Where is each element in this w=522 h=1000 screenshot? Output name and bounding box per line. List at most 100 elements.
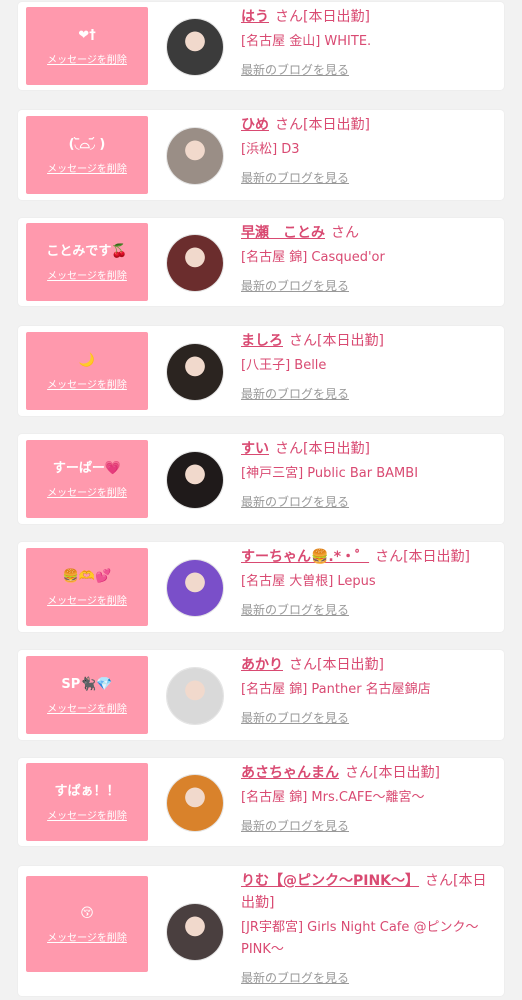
- cast-name-link[interactable]: すい: [241, 441, 269, 457]
- message-box[interactable]: 🌙 メッセージを削除: [26, 332, 148, 410]
- honorific: さん: [275, 9, 303, 25]
- message-box[interactable]: 😚 メッセージを削除: [26, 876, 148, 972]
- delete-message-link[interactable]: メッセージを削除: [47, 484, 127, 499]
- message-title: (◟᷅⌓◞᷄ ): [68, 136, 106, 152]
- status-text: [本日出勤]: [303, 441, 370, 457]
- cast-info: あかり さん[本日出勤] [名古屋 錦] Panther 名古屋錦店 最新のブログ…: [241, 654, 493, 727]
- avatar-image: [167, 344, 223, 400]
- message-box[interactable]: 🍔🫶💕 メッセージを削除: [26, 548, 148, 626]
- cast-name-link[interactable]: はう: [241, 9, 269, 25]
- latest-blog-link[interactable]: 最新のブログを見る: [241, 169, 349, 187]
- status-text: [本日出勤]: [303, 117, 370, 133]
- cast-card: ことみです🍒 メッセージを削除 早瀬 ことみ さん [名古屋 錦] Casqued…: [18, 218, 504, 306]
- delete-message-link[interactable]: メッセージを削除: [47, 376, 127, 391]
- cast-info: 早瀬 ことみ さん [名古屋 錦] Casqued'or 最新のブログを見る: [241, 222, 493, 295]
- message-title: すぱぁ！！: [54, 783, 120, 799]
- cast-card: すぱぁ！！ メッセージを削除 あさちゃんまん さん[本日出勤] [名古屋 錦] M…: [18, 758, 504, 846]
- avatar-image: [167, 560, 223, 616]
- message-box[interactable]: SP🐈‍⬛💎 メッセージを削除: [26, 656, 148, 734]
- cast-card: 🌙 メッセージを削除 ましろ さん[本日出勤] [八王子] Belle 最新のブロ…: [18, 326, 504, 416]
- status-text: [本日出勤]: [317, 333, 384, 349]
- status-text: [本日出勤]: [303, 9, 370, 25]
- delete-message-link[interactable]: メッセージを削除: [47, 592, 127, 607]
- shop-name: [JR宇都宮] Girls Night Cafe @ピンク〜PINK〜: [241, 920, 479, 957]
- cast-info: ひめ さん[本日出勤] [浜松] D3 最新のブログを見る: [241, 114, 493, 187]
- avatar[interactable]: [166, 559, 224, 617]
- cast-info: あさちゃんまん さん[本日出勤] [名古屋 錦] Mrs.CAFE〜離宮〜 最新の…: [241, 762, 493, 835]
- cast-info: りむ【@ピンク〜PINK〜】 さん[本日出勤] [JR宇都宮] Girls Nig…: [241, 870, 493, 987]
- avatar-image: [167, 235, 223, 291]
- name-line: 早瀬 ことみ さん: [241, 222, 493, 244]
- delete-message-link[interactable]: メッセージを削除: [47, 160, 127, 175]
- message-box[interactable]: ことみです🍒 メッセージを削除: [26, 223, 148, 301]
- delete-message-link[interactable]: メッセージを削除: [47, 929, 127, 944]
- status-text: [本日出勤]: [317, 657, 384, 673]
- avatar[interactable]: [166, 127, 224, 185]
- latest-blog-link[interactable]: 最新のブログを見る: [241, 493, 349, 511]
- cast-name-link[interactable]: 早瀬 ことみ: [241, 225, 325, 241]
- honorific: さん: [275, 441, 303, 457]
- avatar-image: [167, 904, 223, 960]
- latest-blog-link[interactable]: 最新のブログを見る: [241, 969, 349, 987]
- message-title: SP🐈‍⬛💎: [61, 676, 113, 692]
- latest-blog-link[interactable]: 最新のブログを見る: [241, 61, 349, 79]
- honorific: さん: [345, 765, 373, 781]
- message-title: ことみです🍒: [46, 243, 128, 259]
- shop-name: [名古屋 大曽根] Lepus: [241, 574, 376, 589]
- name-line: ひめ さん[本日出勤]: [241, 114, 493, 136]
- cast-card: すーぱー💗 メッセージを削除 すい さん[本日出勤] [神戸三宮] Public …: [18, 434, 504, 524]
- shop-name: [浜松] D3: [241, 142, 300, 157]
- avatar[interactable]: [166, 451, 224, 509]
- delete-message-link[interactable]: メッセージを削除: [47, 807, 127, 822]
- cast-name-link[interactable]: ましろ: [241, 333, 283, 349]
- cast-info: ましろ さん[本日出勤] [八王子] Belle 最新のブログを見る: [241, 330, 493, 403]
- cast-card: ❤︎† メッセージを削除 はう さん[本日出勤] [名古屋 金山] WHITE. …: [18, 2, 504, 90]
- message-box[interactable]: すーぱー💗 メッセージを削除: [26, 440, 148, 518]
- shop-name: [名古屋 錦] Mrs.CAFE〜離宮〜: [241, 790, 425, 805]
- avatar[interactable]: [166, 18, 224, 76]
- latest-blog-link[interactable]: 最新のブログを見る: [241, 277, 349, 295]
- message-box[interactable]: (◟᷅⌓◞᷄ ) メッセージを削除: [26, 116, 148, 194]
- status-text: [本日出勤]: [403, 549, 471, 565]
- latest-blog-link[interactable]: 最新のブログを見る: [241, 385, 349, 403]
- name-line: ましろ さん[本日出勤]: [241, 330, 493, 352]
- cast-name-link[interactable]: すーちゃん🍔.*・゜: [241, 549, 369, 565]
- message-box[interactable]: ❤︎† メッセージを削除: [26, 7, 148, 85]
- message-title: 😚: [80, 905, 94, 921]
- honorific: さん: [289, 333, 317, 349]
- honorific: さん: [275, 117, 303, 133]
- message-box[interactable]: すぱぁ！！ メッセージを削除: [26, 763, 148, 841]
- delete-message-link[interactable]: メッセージを削除: [47, 700, 127, 715]
- delete-message-link[interactable]: メッセージを削除: [47, 267, 127, 282]
- avatar[interactable]: [166, 903, 224, 961]
- cast-name-link[interactable]: あかり: [241, 657, 283, 673]
- avatar[interactable]: [166, 343, 224, 401]
- cast-info: はう さん[本日出勤] [名古屋 金山] WHITE. 最新のブログを見る: [241, 6, 493, 79]
- shop-name: [名古屋 錦] Panther 名古屋錦店: [241, 682, 431, 697]
- avatar[interactable]: [166, 774, 224, 832]
- latest-blog-link[interactable]: 最新のブログを見る: [241, 817, 349, 835]
- name-line: すーちゃん🍔.*・゜ さん[本日出勤]: [241, 546, 493, 568]
- name-line: すい さん[本日出勤]: [241, 438, 493, 460]
- cast-name-link[interactable]: ひめ: [241, 117, 269, 133]
- cast-name-link[interactable]: りむ【@ピンク〜PINK〜】: [241, 873, 419, 889]
- shop-name: [名古屋 錦] Casqued'or: [241, 250, 385, 265]
- cast-info: すい さん[本日出勤] [神戸三宮] Public Bar BAMBI 最新のブロ…: [241, 438, 493, 511]
- name-line: あかり さん[本日出勤]: [241, 654, 493, 676]
- cast-info: すーちゃん🍔.*・゜ さん[本日出勤] [名古屋 大曽根] Lepus 最新のブロ…: [241, 546, 493, 619]
- honorific: さん: [425, 873, 454, 889]
- latest-blog-link[interactable]: 最新のブログを見る: [241, 601, 349, 619]
- avatar[interactable]: [166, 667, 224, 725]
- name-line: はう さん[本日出勤]: [241, 6, 493, 28]
- message-title: 🌙: [78, 352, 96, 368]
- shop-name: [八王子] Belle: [241, 358, 327, 373]
- latest-blog-link[interactable]: 最新のブログを見る: [241, 709, 349, 727]
- avatar-image: [167, 128, 223, 184]
- cast-name-link[interactable]: あさちゃんまん: [241, 765, 339, 781]
- avatar[interactable]: [166, 234, 224, 292]
- cast-card: 😚 メッセージを削除 りむ【@ピンク〜PINK〜】 さん[本日出勤] [JR宇都宮…: [18, 866, 504, 996]
- avatar-image: [167, 668, 223, 724]
- shop-name: [神戸三宮] Public Bar BAMBI: [241, 466, 419, 481]
- avatar-image: [167, 775, 223, 831]
- delete-message-link[interactable]: メッセージを削除: [47, 51, 127, 66]
